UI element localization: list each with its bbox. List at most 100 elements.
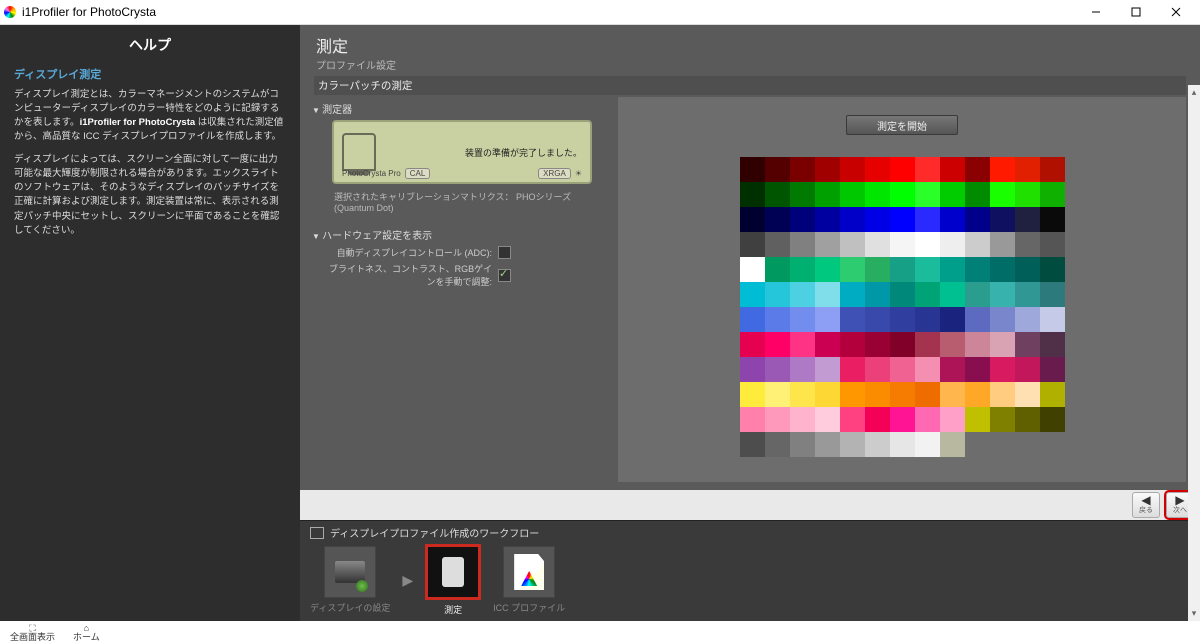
back-button[interactable]: ◀ 戻る [1132, 492, 1160, 518]
window-maximize-button[interactable] [1116, 1, 1156, 23]
color-patch-grid [740, 157, 1065, 457]
color-patch [990, 357, 1015, 382]
color-patch [1015, 382, 1040, 407]
workflow-step-icc[interactable]: ICC プロファイル [493, 546, 565, 614]
color-patch [740, 182, 765, 207]
back-arrow-icon: ◀ [1141, 495, 1150, 505]
color-patch [815, 182, 840, 207]
workflow-measure-thumb [425, 544, 481, 600]
next-arrow-icon: ▶ [1175, 495, 1184, 505]
window-titlebar: i1Profiler for PhotoCrysta [0, 0, 1200, 25]
color-patch [865, 182, 890, 207]
color-patch [865, 232, 890, 257]
color-patch [790, 257, 815, 282]
scroll-down-icon[interactable]: ▾ [1192, 608, 1197, 619]
workflow-step-display[interactable]: ディスプレイの設定 [310, 546, 390, 614]
workflow-panel: ディスプレイプロファイル作成のワークフロー ディスプレイの設定 ▶ 測定 ICC… [300, 520, 1200, 621]
color-patch [815, 232, 840, 257]
window-minimize-button[interactable] [1076, 1, 1116, 23]
footer-home-label: ホーム [73, 633, 100, 642]
color-patch [790, 207, 815, 232]
cal-pill: CAL [405, 168, 431, 179]
color-patch [940, 407, 965, 432]
color-patch [965, 282, 990, 307]
scroll-up-icon[interactable]: ▴ [1192, 87, 1197, 98]
color-patch [1040, 207, 1065, 232]
start-measurement-button[interactable]: 測定を開始 [846, 115, 958, 135]
color-patch [740, 382, 765, 407]
hw-adc-checkbox[interactable] [498, 246, 511, 259]
color-patch [840, 382, 865, 407]
hw-manual-checkbox[interactable] [498, 269, 511, 282]
color-patch [915, 282, 940, 307]
nav-strip: ◀ 戻る ▶ 次へ [300, 490, 1200, 520]
color-patch [765, 207, 790, 232]
color-patch [790, 232, 815, 257]
color-patch [915, 182, 940, 207]
hw-adc-label: 自動ディスプレイコントロール (ADC): [322, 246, 492, 259]
color-patch [840, 357, 865, 382]
section-color-patch: カラーパッチの測定 [314, 76, 1186, 95]
footer-fullscreen-label: 全画面表示 [10, 633, 55, 642]
color-patch [840, 432, 865, 457]
color-patch [1040, 382, 1065, 407]
color-patch [865, 407, 890, 432]
color-patch [915, 157, 940, 182]
color-patch [765, 307, 790, 332]
device-status-box: 装置の準備が完了しました。 PhotoCrysta Pro CAL XRGA ☀ [332, 120, 592, 184]
color-patch [915, 432, 940, 457]
color-patch [890, 282, 915, 307]
calibration-matrix-text: 選択されたキャリブレーションマトリクス： PHOシリーズ(Quantum Dot… [334, 190, 602, 213]
color-patch [740, 307, 765, 332]
color-patch [915, 232, 940, 257]
workflow-title-row: ディスプレイプロファイル作成のワークフロー [310, 525, 1190, 540]
color-patch [1040, 257, 1065, 282]
footer-home-button[interactable]: ⌂ ホーム [73, 624, 100, 642]
page-subtitle: プロファイル設定 [316, 57, 1184, 72]
color-patch [940, 382, 965, 407]
color-patch [865, 332, 890, 357]
monitor-icon [310, 527, 324, 539]
color-patch [915, 407, 940, 432]
color-patch [940, 207, 965, 232]
device-section-header[interactable]: 測定器 [312, 101, 602, 116]
vertical-scrollbar[interactable]: ▴ ▾ [1188, 85, 1200, 621]
light-icon: ☀ [575, 169, 582, 178]
help-panel: ヘルプ ディスプレイ測定 ディスプレイ測定とは、カラーマネージメントのシステムが… [0, 25, 300, 621]
color-patch [890, 232, 915, 257]
settings-column: 測定器 装置の準備が完了しました。 PhotoCrysta Pro CAL XR… [300, 95, 614, 490]
device-ready-text: 装置の準備が完了しました。 [386, 146, 582, 159]
window-title: i1Profiler for PhotoCrysta [22, 5, 156, 19]
window-close-button[interactable] [1156, 1, 1196, 23]
workflow-step2-label: 測定 [444, 603, 462, 616]
workflow-step-measure[interactable]: 測定 [425, 544, 481, 616]
color-patch [790, 307, 815, 332]
color-patch [865, 282, 890, 307]
color-patch [890, 307, 915, 332]
color-patch [990, 307, 1015, 332]
color-patch [940, 432, 965, 457]
color-patch [890, 407, 915, 432]
color-patch [940, 232, 965, 257]
hw-manual-label: ブライトネス、コントラスト、RGBゲインを手動で調整: [322, 262, 492, 288]
color-patch [815, 157, 840, 182]
color-patch [990, 382, 1015, 407]
color-patch [790, 332, 815, 357]
color-patch [1015, 207, 1040, 232]
color-patch [1015, 307, 1040, 332]
workflow-display-thumb [324, 546, 376, 598]
color-patch [865, 382, 890, 407]
next-label: 次へ [1173, 505, 1187, 515]
help-title: ヘルプ [0, 35, 300, 55]
color-patch [840, 182, 865, 207]
color-patch [840, 232, 865, 257]
color-patch [965, 182, 990, 207]
hardware-section-header[interactable]: ハードウェア設定を表示 [312, 227, 602, 242]
footer-fullscreen-button[interactable]: ⛶ 全画面表示 [10, 624, 55, 642]
color-patch [965, 157, 990, 182]
color-patch [790, 282, 815, 307]
color-patch [940, 357, 965, 382]
color-patch [790, 407, 815, 432]
color-patch [815, 257, 840, 282]
color-patch [890, 382, 915, 407]
